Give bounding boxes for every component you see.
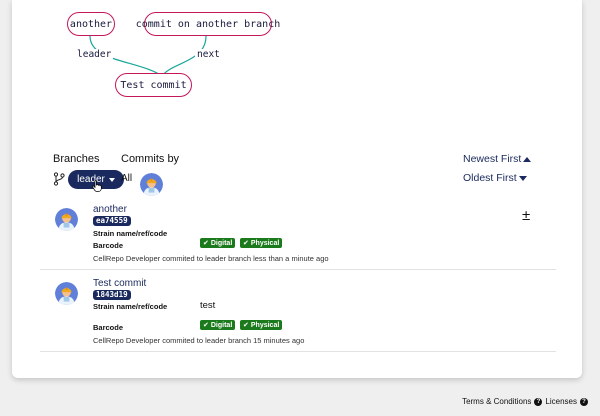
author-filter-all[interactable]: All <box>121 173 132 184</box>
pointer-cursor-icon <box>92 180 102 192</box>
caret-up-icon <box>523 156 532 162</box>
check-icon: ✔ <box>243 322 249 329</box>
check-icon: ✔ <box>203 240 209 247</box>
tag-digital: ✔ Digital <box>200 320 236 330</box>
footer: Terms & Conditions ? Licenses ? <box>462 397 588 406</box>
tag-digital: ✔ Digital <box>200 238 236 248</box>
commits-by-label: Commits by <box>121 153 180 165</box>
terms-link[interactable]: Terms & Conditions <box>462 397 531 406</box>
commit-graph: another commit on another branch Test co… <box>12 0 312 110</box>
check-icon: ✔ <box>243 240 249 247</box>
author-filter-avatar[interactable] <box>140 173 163 196</box>
branches-label: Branches <box>53 153 100 165</box>
licenses-link[interactable]: Licenses <box>545 397 577 406</box>
graph-node-commit-on-another-branch[interactable]: commit on another branch <box>136 12 280 36</box>
chevron-down-icon <box>108 177 115 182</box>
tag-physical: ✔ Physical <box>240 238 283 248</box>
git-branch-icon <box>53 172 65 186</box>
commit-meta: CellRepo Developer commited to leader br… <box>93 336 305 345</box>
developer-avatar-icon <box>55 208 78 231</box>
developer-avatar-icon <box>55 282 78 305</box>
commit-meta: CellRepo Developer commited to leader br… <box>93 254 329 263</box>
tag-physical: ✔ Physical <box>240 320 283 330</box>
commit-author-avatar <box>55 208 78 231</box>
commit-title-link[interactable]: Test commit <box>93 278 146 289</box>
help-icon[interactable]: ? <box>580 397 588 406</box>
graph-node-another[interactable]: another <box>67 12 115 36</box>
commit-divider <box>40 351 556 352</box>
sort-newest-label: Newest First <box>463 153 522 165</box>
tag-digital-label: Digital <box>210 239 233 247</box>
sort-oldest-first[interactable]: Oldest First <box>463 172 527 184</box>
barcode-label: Barcode <box>93 241 124 250</box>
commit-hash-badge[interactable]: 1843d19 <box>93 290 131 300</box>
commit-divider <box>40 269 556 270</box>
strain-label: Strain name/ref/code <box>93 229 168 238</box>
tag-physical-label: Physical <box>250 321 280 329</box>
help-icon[interactable]: ? <box>534 397 543 406</box>
commit-title-link[interactable]: another <box>93 204 127 215</box>
expand-toggle-button[interactable]: ± <box>522 207 530 224</box>
developer-avatar-icon <box>140 173 163 196</box>
main-card: another commit on another branch Test co… <box>12 0 582 378</box>
sort-newest-first[interactable]: Newest First <box>463 153 532 165</box>
check-icon: ✔ <box>203 322 209 329</box>
caret-down-icon <box>518 175 527 181</box>
sort-oldest-label: Oldest First <box>463 172 517 184</box>
tag-digital-label: Digital <box>210 321 233 329</box>
commit-author-avatar <box>55 282 78 305</box>
tag-physical-label: Physical <box>250 239 280 247</box>
commit-hash-badge[interactable]: ea74559 <box>93 216 131 226</box>
strain-label: Strain name/ref/code <box>93 302 168 311</box>
strain-value: test <box>200 300 216 311</box>
graph-node-test-commit[interactable]: Test commit <box>115 73 192 97</box>
barcode-label: Barcode <box>93 323 124 332</box>
edge-label-leader: leader <box>75 49 114 60</box>
edge-label-next: next <box>195 49 222 60</box>
